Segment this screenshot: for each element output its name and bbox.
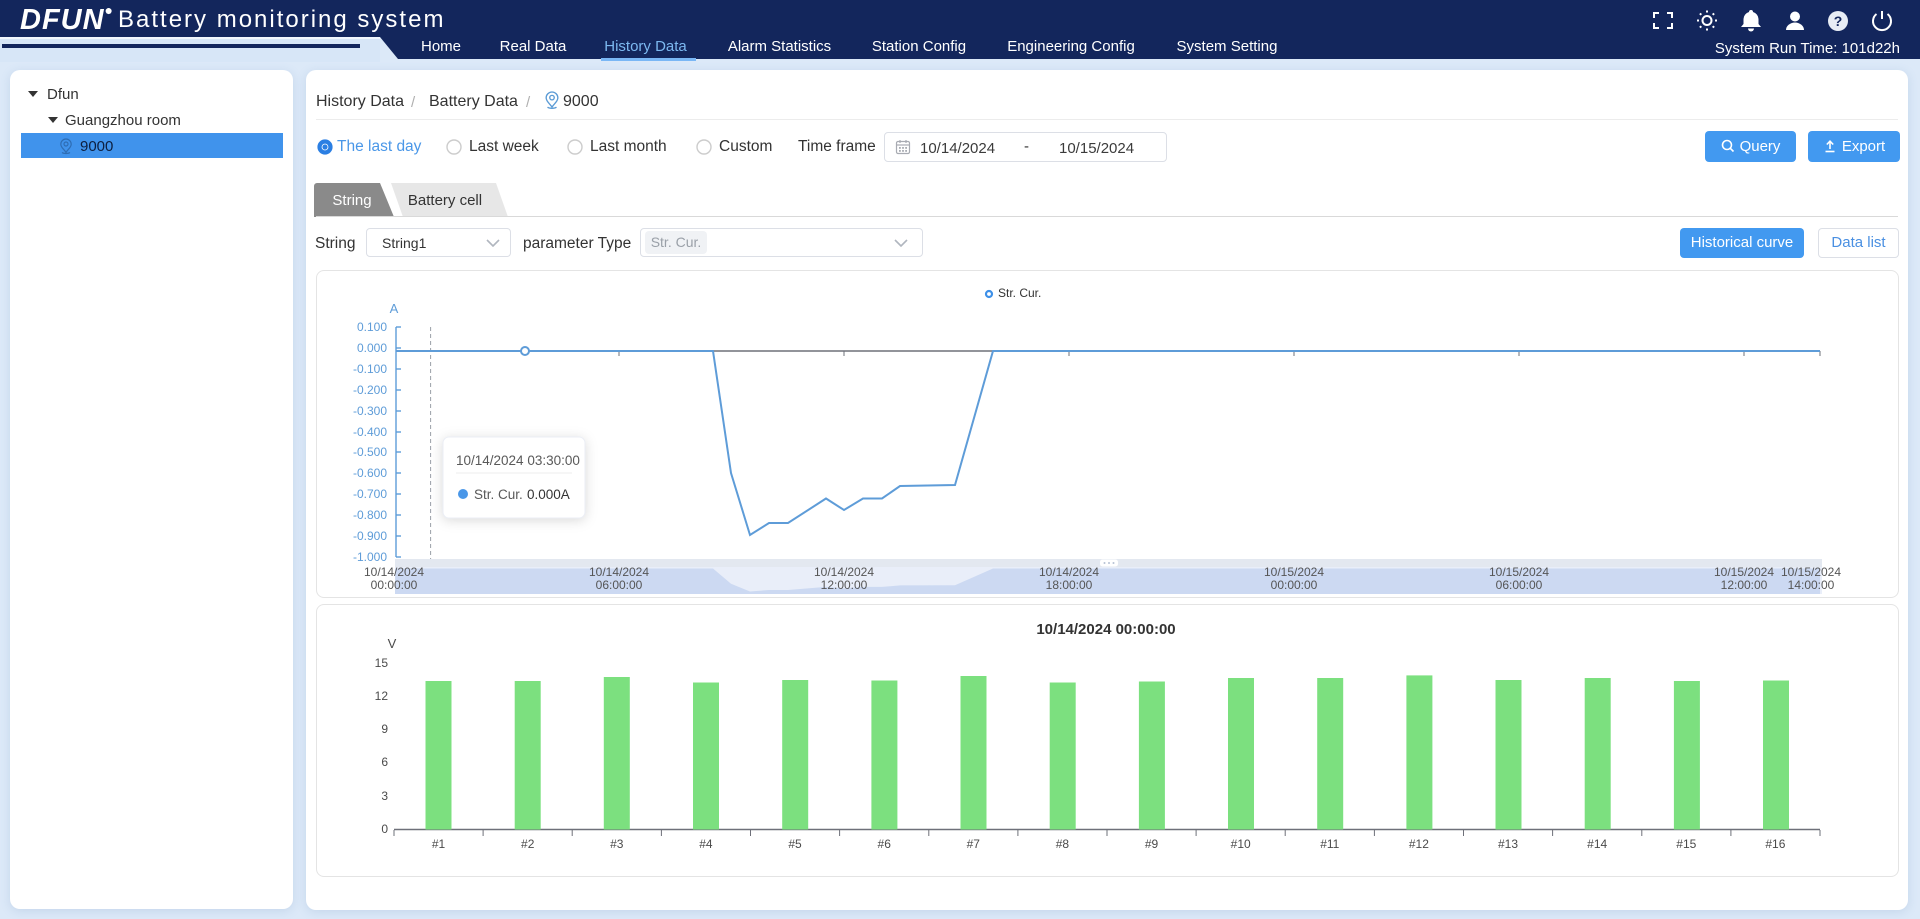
svg-text:6: 6 <box>381 755 388 769</box>
svg-text:-0.300: -0.300 <box>353 404 387 418</box>
svg-text:10/15/2024: 10/15/2024 <box>1264 565 1324 579</box>
svg-text:06:00:00: 06:00:00 <box>596 578 643 592</box>
svg-text:14:00:00: 14:00:00 <box>1788 578 1835 592</box>
svg-text:-0.900: -0.900 <box>353 529 387 543</box>
svg-text:A: A <box>390 301 399 316</box>
svg-text:#6: #6 <box>878 837 892 851</box>
svg-text:-0.200: -0.200 <box>353 383 387 397</box>
svg-text:#12: #12 <box>1409 837 1429 851</box>
svg-text:15: 15 <box>375 656 389 670</box>
svg-text:18:00:00: 18:00:00 <box>1046 578 1093 592</box>
svg-text:#9: #9 <box>1145 837 1159 851</box>
svg-text:10/15/2024: 10/15/2024 <box>1714 565 1774 579</box>
svg-text:-0.500: -0.500 <box>353 445 387 459</box>
svg-text:#1: #1 <box>432 837 446 851</box>
svg-text:0: 0 <box>381 822 388 836</box>
svg-text:12: 12 <box>375 689 389 703</box>
svg-text:10/14/2024 00:00:00: 10/14/2024 00:00:00 <box>1036 621 1175 638</box>
svg-text:-0.700: -0.700 <box>353 487 387 501</box>
svg-text:9: 9 <box>381 722 388 736</box>
svg-text:V: V <box>388 636 397 651</box>
svg-text:-1.000: -1.000 <box>353 550 387 564</box>
svg-text:12:00:00: 12:00:00 <box>1721 578 1768 592</box>
svg-text:Str. Cur.: Str. Cur. <box>998 286 1041 300</box>
svg-text:3: 3 <box>381 789 388 803</box>
svg-text:#13: #13 <box>1498 837 1518 851</box>
svg-text:10/14/2024: 10/14/2024 <box>814 565 874 579</box>
svg-text:10/14/2024: 10/14/2024 <box>1039 565 1099 579</box>
svg-text:?: ? <box>1834 13 1843 29</box>
svg-text:10/15/2024: 10/15/2024 <box>1781 565 1841 579</box>
svg-text:#5: #5 <box>788 837 802 851</box>
svg-text:00:00:00: 00:00:00 <box>1271 578 1318 592</box>
svg-text:#10: #10 <box>1231 837 1251 851</box>
svg-text:#3: #3 <box>610 837 624 851</box>
svg-text:#15: #15 <box>1676 837 1696 851</box>
svg-text:06:00:00: 06:00:00 <box>1496 578 1543 592</box>
svg-text:String: String <box>332 192 371 209</box>
svg-text:#2: #2 <box>521 837 535 851</box>
svg-text:0.100: 0.100 <box>357 320 387 334</box>
svg-text:12:00:00: 12:00:00 <box>821 578 868 592</box>
svg-text:0.000: 0.000 <box>357 341 387 355</box>
svg-text:#11: #11 <box>1320 837 1339 851</box>
svg-text:Str. Cur.: Str. Cur. <box>474 487 523 502</box>
svg-text:#7: #7 <box>967 837 981 851</box>
svg-text:-0.800: -0.800 <box>353 508 387 522</box>
svg-text:#8: #8 <box>1056 837 1070 851</box>
svg-text:Battery cell: Battery cell <box>408 192 482 209</box>
svg-text:10/15/2024: 10/15/2024 <box>1489 565 1549 579</box>
svg-text:10/14/2024: 10/14/2024 <box>589 565 649 579</box>
svg-text:#4: #4 <box>699 837 713 851</box>
svg-text:-0.400: -0.400 <box>353 425 387 439</box>
svg-text:00:00:00: 00:00:00 <box>371 578 418 592</box>
svg-text:-0.600: -0.600 <box>353 466 387 480</box>
svg-text:10/14/2024: 10/14/2024 <box>364 565 424 579</box>
svg-text:10/14/2024 03:30:00: 10/14/2024 03:30:00 <box>456 453 580 468</box>
svg-text:#16: #16 <box>1765 837 1785 851</box>
svg-text:0.000A: 0.000A <box>527 487 570 502</box>
svg-text:#14: #14 <box>1587 837 1607 851</box>
svg-text:-0.100: -0.100 <box>353 362 387 376</box>
